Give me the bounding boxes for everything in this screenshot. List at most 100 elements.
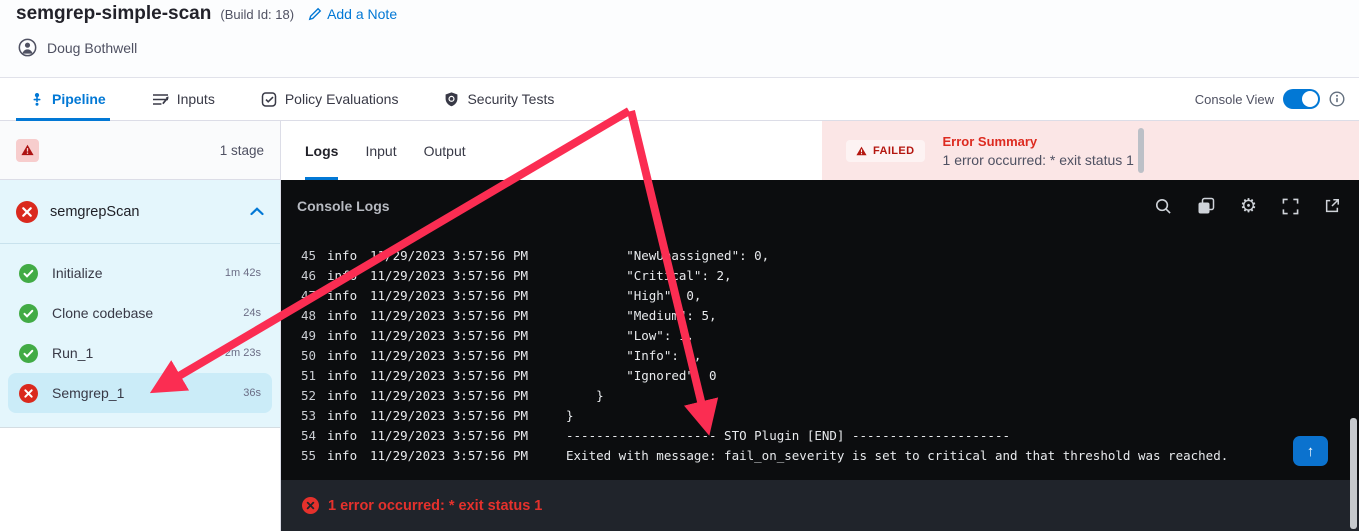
step-name: Semgrep_1: [52, 385, 125, 401]
info-icon[interactable]: [1329, 91, 1345, 107]
log-timestamp: 11/29/2023 3:57:56 PM: [370, 248, 529, 263]
tab-output-label: Output: [423, 142, 466, 159]
log-line: 53 info 11/29/2023 3:57:56 PM}: [281, 406, 1359, 426]
add-note-label: Add a Note: [327, 6, 398, 22]
log-timestamp: 11/29/2023 3:57:56 PM: [370, 388, 529, 403]
log-level: info: [327, 348, 358, 363]
log-message: "Medium": 5,: [566, 308, 717, 323]
step-row-clone-codebase[interactable]: Clone codebase 24s: [8, 293, 272, 333]
copy-icon[interactable]: [1197, 197, 1215, 215]
log-level: info: [327, 288, 358, 303]
tab-logs-label: Logs: [305, 142, 339, 159]
log-timestamp: 11/29/2023 3:57:56 PM: [370, 428, 529, 443]
up-arrow-icon: ↑: [1306, 442, 1315, 460]
user-icon: [18, 38, 37, 57]
log-message: }: [566, 408, 574, 423]
tab-pipeline-label: Pipeline: [52, 91, 106, 107]
title-row: semgrep-simple-scan (Build Id: 18) Add a…: [16, 3, 397, 25]
log-tabs: Logs Input Output: [281, 121, 822, 180]
log-timestamp: 11/29/2023 3:57:56 PM: [370, 268, 529, 283]
tab-output[interactable]: Output: [424, 121, 466, 180]
failed-badge-label: FAILED: [873, 144, 915, 157]
settings-gear-icon[interactable]: ⚙: [1240, 196, 1257, 216]
step-success-icon: [19, 343, 38, 363]
error-panel-scrollbar[interactable]: [1138, 128, 1144, 173]
console-view-control: Console View: [1195, 78, 1345, 120]
step-name: Initialize: [52, 265, 103, 281]
build-id-label: (Build Id: 18): [220, 6, 295, 22]
step-list: Initialize 1m 42s Clone codebase 24s Run…: [0, 244, 280, 427]
nav-tabbar: Pipeline Inputs Policy Evaluations Secur…: [0, 77, 1359, 121]
step-row-initialize[interactable]: Initialize 1m 42s: [8, 253, 272, 293]
log-line: 46 info 11/29/2023 3:57:56 PM "Critical": …: [281, 266, 1359, 286]
tab-policy-evaluations-label: Policy Evaluations: [284, 91, 399, 107]
log-panel-header: Logs Input Output FAILED Error Summary 1…: [281, 121, 1359, 180]
console-title: Console Logs: [297, 198, 390, 214]
line-number: 54: [300, 428, 316, 443]
log-timestamp: 11/29/2023 3:57:56 PM: [370, 408, 529, 423]
tab-input[interactable]: Input: [365, 121, 396, 180]
log-message: "Info": 0,: [566, 348, 702, 363]
error-summary-message: 1 error occurred: * exit status 1: [942, 151, 1134, 168]
tab-security-tests[interactable]: Security Tests: [444, 78, 554, 120]
console-log-lines[interactable]: 45 info 11/29/2023 3:57:56 PM "NewUnassign…: [281, 232, 1359, 466]
user-name: Doug Bothwell: [47, 39, 138, 56]
step-duration: 36s: [243, 387, 261, 399]
footer-error-message: 1 error occurred: * exit status 1: [328, 497, 543, 514]
open-in-new-icon[interactable]: [1324, 198, 1340, 214]
log-line: 50 info 11/29/2023 3:57:56 PM "Info": 0,: [281, 346, 1359, 366]
tab-inputs-label: Inputs: [176, 91, 215, 107]
log-line: 52 info 11/29/2023 3:57:56 PM }: [281, 386, 1359, 406]
scroll-to-top-button[interactable]: ↑: [1293, 436, 1328, 466]
step-row-run-1[interactable]: Run_1 2m 23s: [8, 333, 272, 373]
log-level: info: [327, 328, 358, 343]
stage-summary-row: 1 stage: [0, 121, 280, 180]
step-name: Clone codebase: [52, 305, 154, 321]
tab-logs[interactable]: Logs: [305, 121, 339, 180]
stage-failed-icon: [16, 200, 38, 223]
warning-triangle-icon: [21, 144, 34, 156]
log-level: info: [327, 248, 358, 263]
log-timestamp: 11/29/2023 3:57:56 PM: [370, 348, 529, 363]
log-timestamp: 11/29/2023 3:57:56 PM: [370, 288, 529, 303]
inputs-icon: [152, 93, 169, 105]
log-line: 45 info 11/29/2023 3:57:56 PM "NewUnassign…: [281, 246, 1359, 266]
error-circle-icon: [302, 497, 319, 514]
pencil-icon: [308, 7, 322, 21]
tab-inputs[interactable]: Inputs: [152, 78, 215, 120]
log-level: info: [327, 428, 358, 443]
line-number: 52: [300, 388, 316, 403]
line-number: 46: [300, 268, 316, 283]
add-note-button[interactable]: Add a Note: [308, 6, 397, 22]
console-view-toggle[interactable]: [1283, 89, 1320, 109]
log-line: 51 info 11/29/2023 3:57:56 PM "Ignored": 0: [281, 366, 1359, 386]
line-number: 49: [300, 328, 316, 343]
log-message: "NewUnassigned": 0,: [566, 248, 770, 263]
line-number: 51: [300, 368, 316, 383]
log-message: "Critical": 2,: [566, 268, 732, 283]
log-level: info: [327, 388, 358, 403]
log-level: info: [327, 448, 358, 463]
console-vertical-scrollbar[interactable]: [1350, 418, 1357, 529]
step-row-semgrep-1[interactable]: Semgrep_1 36s: [8, 373, 272, 413]
stage-row-semgrepscan[interactable]: semgrepScan: [0, 180, 280, 244]
tab-security-tests-label: Security Tests: [467, 91, 555, 107]
console-header: Console Logs ⚙: [281, 180, 1359, 232]
log-timestamp: 11/29/2023 3:57:56 PM: [370, 328, 529, 343]
stage-name: semgrepScan: [50, 203, 140, 220]
stage-count-label: 1 stage: [219, 142, 264, 158]
error-summary-title: Error Summary: [942, 133, 1038, 149]
tab-pipeline[interactable]: Pipeline: [16, 78, 110, 121]
fullscreen-icon[interactable]: [1282, 198, 1299, 215]
chevron-up-icon[interactable]: [250, 207, 264, 216]
step-name: Run_1: [52, 345, 94, 361]
log-line: 55 info 11/29/2023 3:57:56 PM Exited with m…: [281, 446, 1359, 466]
search-icon[interactable]: [1155, 198, 1172, 215]
log-line: 47 info 11/29/2023 3:57:56 PM "High": 0,: [281, 286, 1359, 306]
log-line: 54 info 11/29/2023 3:57:56 PM -------------…: [281, 426, 1359, 446]
tab-policy-evaluations[interactable]: Policy Evaluations: [261, 78, 399, 120]
log-level: info: [327, 268, 358, 283]
console-logs-panel: Console Logs ⚙ 45 info 11/29/2023 3:57:56 …: [281, 180, 1359, 480]
console-error-footer: 1 error occurred: * exit status 1: [281, 480, 1359, 531]
error-summary-panel: FAILED Error Summary 1 error occurred: *…: [822, 121, 1359, 180]
